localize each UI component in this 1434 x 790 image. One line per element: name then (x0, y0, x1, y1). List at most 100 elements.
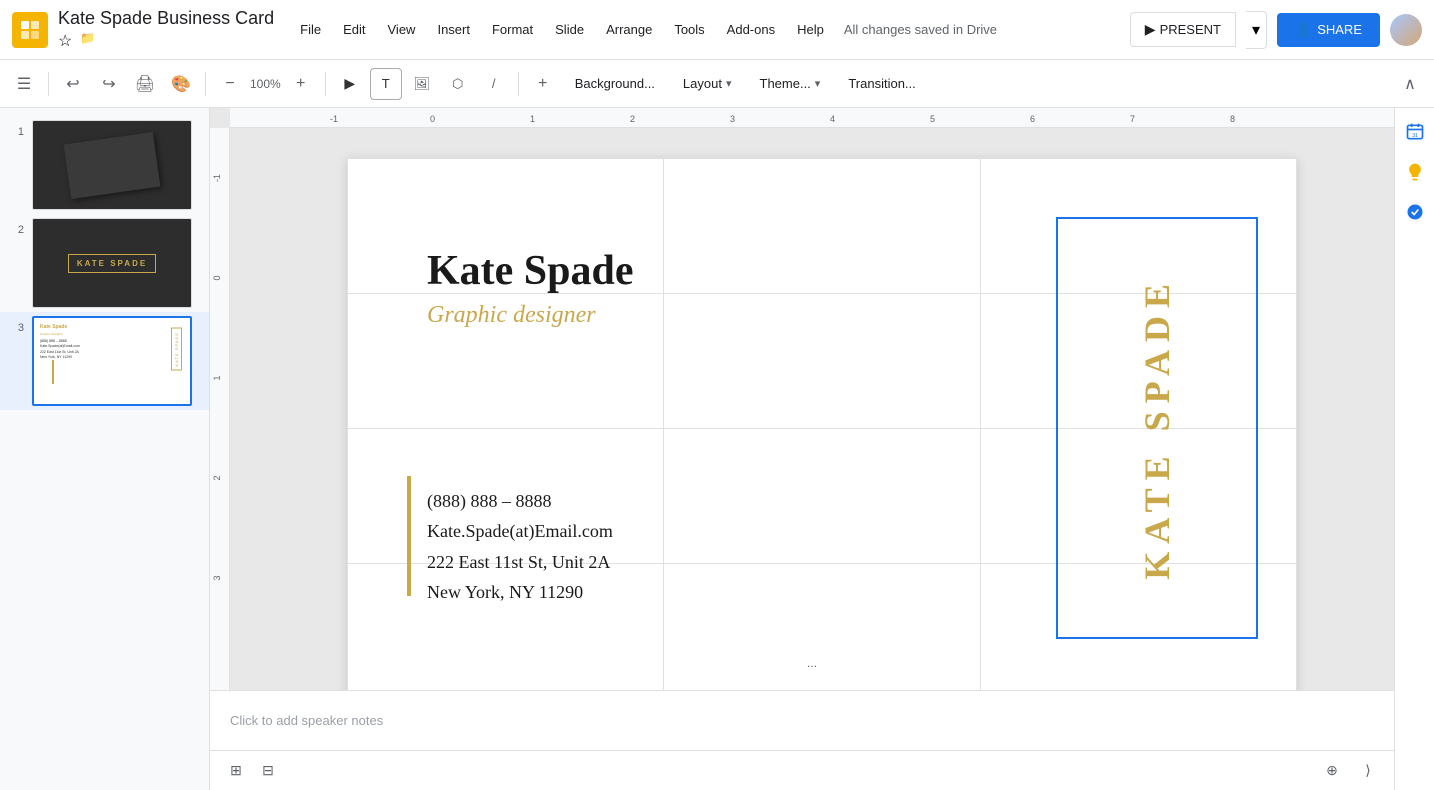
bc-email[interactable]: Kate.Spade(at)Email.com (427, 516, 1027, 547)
toolbar-redo[interactable]: ↪ (93, 68, 125, 100)
toolbar-menu-icon[interactable]: ☰ (8, 68, 40, 100)
bc-job-title[interactable]: Graphic designer (427, 302, 1027, 329)
svg-text:-1: -1 (212, 174, 222, 182)
toolbar-spacer: ∧ (1394, 68, 1426, 100)
present-button[interactable]: ▶ PRESENT (1130, 12, 1236, 47)
expand-panel-button[interactable]: ⟩ (1354, 757, 1382, 785)
sidebar-tasks-icon[interactable] (1399, 196, 1431, 228)
slide-number-1: 1 (8, 120, 24, 138)
sidebar-lightbulb-icon[interactable] (1399, 156, 1431, 188)
svg-text:0: 0 (430, 114, 435, 124)
share-icon: 👤 (1295, 22, 1311, 38)
doc-title[interactable]: Kate Spade Business Card (58, 8, 274, 29)
thumb3-vertical: KATE SPADE (171, 328, 182, 371)
menu-addons[interactable]: Add-ons (717, 18, 785, 41)
menu-edit[interactable]: Edit (333, 18, 375, 41)
title-right: ▶ PRESENT ▾ 👤 SHARE (1130, 11, 1422, 49)
toolbar-cursor[interactable]: ▶ (334, 68, 366, 100)
slide-item-3[interactable]: 3 Kate Spade Graphic designer (888) 888 … (0, 312, 209, 410)
divider-3 (325, 72, 326, 96)
toolbar-undo[interactable]: ↩ (57, 68, 89, 100)
menu-help[interactable]: Help (787, 18, 834, 41)
bc-layout: Kate Spade Graphic designer (888) 888 – … (387, 218, 1257, 638)
slide-number-3: 3 (8, 316, 24, 334)
save-status: All changes saved in Drive (844, 22, 997, 37)
toolbar-background[interactable]: Background... (563, 70, 667, 97)
canvas-wrapper: -1 0 1 2 3 4 5 6 7 8 -1 0 (210, 108, 1394, 790)
menu-arrange[interactable]: Arrange (596, 18, 662, 41)
right-sidebar: 31 (1394, 108, 1434, 790)
sidebar-calendar-icon[interactable]: 31 (1399, 116, 1431, 148)
thumb3-name: Kate Spade (40, 324, 184, 330)
bc-header: Kate Spade Graphic designer (427, 248, 1027, 329)
menu-slide[interactable]: Slide (545, 18, 594, 41)
slide-canvas-outer[interactable]: Kate Spade Graphic designer (888) 888 – … (230, 128, 1394, 690)
layout-chevron: ▾ (726, 77, 732, 90)
view-list-button[interactable]: ⊟ (254, 757, 282, 785)
slide-item-1[interactable]: 1 (0, 116, 209, 214)
svg-text:31: 31 (1412, 133, 1418, 139)
speaker-notes[interactable]: Click to add speaker notes (210, 690, 1394, 750)
menu-insert[interactable]: Insert (427, 18, 480, 41)
avatar[interactable] (1390, 14, 1422, 46)
svg-text:0: 0 (212, 275, 222, 280)
bc-contact: (888) 888 – 8888 Kate.Spade(at)Email.com… (427, 486, 1027, 608)
toolbar-layout[interactable]: Layout ▾ (671, 70, 744, 97)
toolbar-zoom-out[interactable]: − (214, 68, 246, 100)
menu-bar: File Edit View Insert Format Slide Arran… (290, 18, 834, 41)
canvas-scroll-area[interactable]: -1 0 1 2 3 (210, 128, 1394, 690)
svg-text:6: 6 (1030, 114, 1035, 124)
svg-text:2: 2 (630, 114, 635, 124)
toolbar-add[interactable]: + (527, 68, 559, 100)
thumb2-name-text: KATE SPADE (68, 254, 156, 273)
toolbar-textbox[interactable]: T (370, 68, 402, 100)
expand-notes-button[interactable]: ⊕ (1318, 757, 1346, 785)
grid-v-left (347, 158, 348, 690)
zoom-level: 100% (250, 77, 281, 91)
bc-address2[interactable]: New York, NY 11290 (427, 577, 1027, 608)
present-chevron[interactable]: ▾ (1246, 11, 1267, 49)
title-section: Kate Spade Business Card ☆ 📁 (58, 8, 274, 51)
toolbar-theme[interactable]: Theme... ▾ (748, 70, 833, 97)
svg-text:1: 1 (530, 114, 535, 124)
menu-file[interactable]: File (290, 18, 331, 41)
slides-panel: 1 2 KATE SPADE 3 Kate Spade Graphic (0, 108, 210, 790)
toolbar-collapse[interactable]: ∧ (1394, 68, 1426, 100)
svg-text:2: 2 (212, 475, 222, 480)
bc-address1[interactable]: 222 East 11st St, Unit 2A (427, 547, 1027, 578)
grid-h-top (347, 158, 1297, 159)
svg-text:-1: -1 (330, 114, 338, 124)
toolbar-image[interactable]: 🖼 (406, 68, 438, 100)
slide-thumb-3[interactable]: Kate Spade Graphic designer (888) 888 – … (32, 316, 192, 406)
divider-1 (48, 72, 49, 96)
slide-thumb-1[interactable] (32, 120, 192, 210)
ruler-top: -1 0 1 2 3 4 5 6 7 8 (230, 108, 1394, 128)
bc-right[interactable]: KATE SPADE (1057, 218, 1257, 638)
svg-text:7: 7 (1130, 114, 1135, 124)
toolbar-print[interactable]: 🖨 (129, 68, 161, 100)
bc-phone[interactable]: (888) 888 – 8888 (427, 486, 1027, 517)
slide-thumb-2[interactable]: KATE SPADE (32, 218, 192, 308)
toolbar-shapes[interactable]: ⬡ (442, 68, 474, 100)
menu-view[interactable]: View (378, 18, 426, 41)
view-grid-button[interactable]: ⊞ (222, 757, 250, 785)
main-content: 1 2 KATE SPADE 3 Kate Spade Graphic (0, 108, 1434, 790)
more-slides-indicator: ... (807, 656, 817, 670)
slide-item-2[interactable]: 2 KATE SPADE (0, 214, 209, 312)
toolbar-zoom-in[interactable]: + (285, 68, 317, 100)
share-button[interactable]: 👤 SHARE (1277, 13, 1380, 47)
bc-left: Kate Spade Graphic designer (888) 888 – … (387, 218, 1057, 638)
divider-4 (518, 72, 519, 96)
toolbar-transition[interactable]: Transition... (836, 70, 927, 97)
folder-icon[interactable]: 📁 (80, 31, 95, 51)
star-icon[interactable]: ☆ (58, 31, 72, 51)
toolbar-paintformat[interactable]: 🎨 (165, 68, 197, 100)
present-icon: ▶ (1145, 21, 1156, 38)
menu-format[interactable]: Format (482, 18, 543, 41)
bc-name[interactable]: Kate Spade (427, 248, 1027, 294)
slide-canvas: Kate Spade Graphic designer (888) 888 – … (347, 158, 1297, 690)
menu-tools[interactable]: Tools (664, 18, 714, 41)
thumb3-contact: (888) 888 – 8888 Kate.Spade(at)Email.com… (40, 339, 184, 360)
slide-number-2: 2 (8, 218, 24, 236)
toolbar-line[interactable]: / (478, 68, 510, 100)
